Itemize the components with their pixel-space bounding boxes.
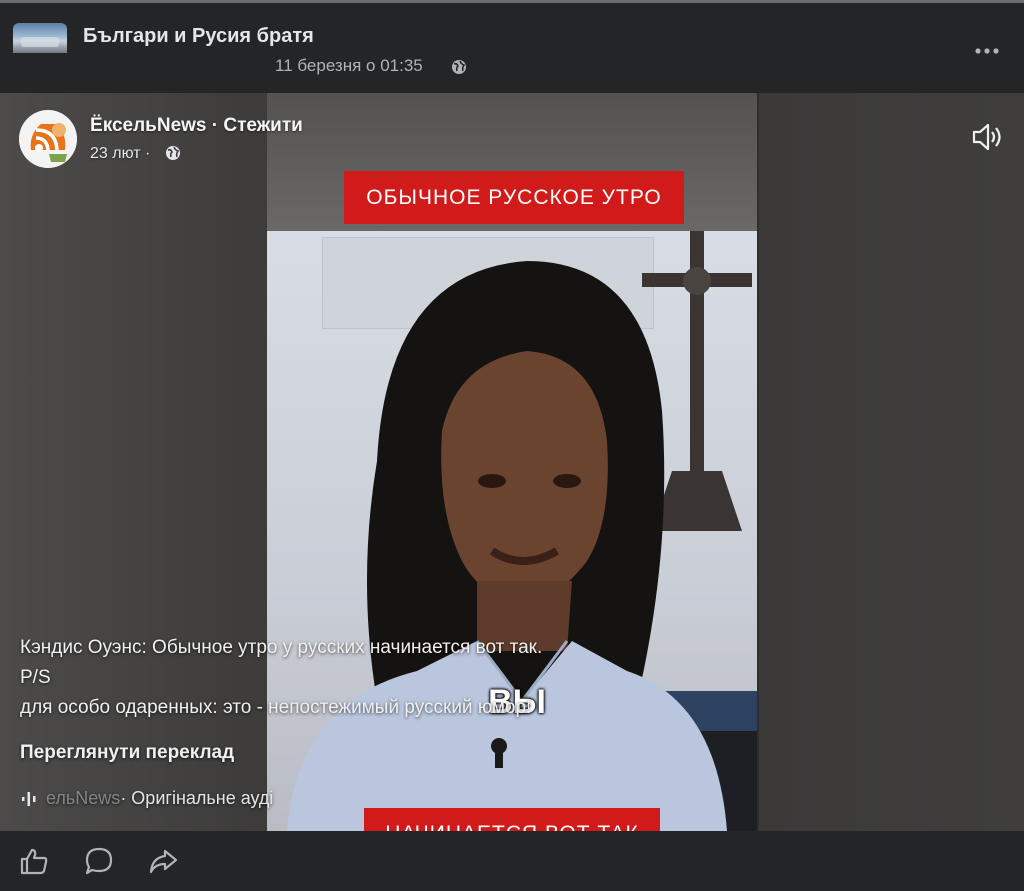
- post-description: Кэндис Оуэнс: Обычное утро у русских нач…: [20, 633, 542, 723]
- original-audio-link[interactable]: ельNews · Оригінальне ауді: [20, 788, 273, 809]
- comment-icon[interactable]: [84, 846, 114, 876]
- rss-logo-icon: [19, 110, 77, 168]
- video-caption-bottom: НАЧИНАЕТСЯ ВОТ ТАК: [364, 808, 660, 831]
- share-icon[interactable]: [148, 846, 178, 876]
- audio-label: · Оригінальне ауді: [120, 788, 274, 808]
- video-scene: ВЫ: [267, 231, 757, 831]
- more-horizontal-icon[interactable]: [973, 41, 1001, 61]
- group-header: Българи и Русия братя 11 березня о 01:35: [0, 3, 1024, 93]
- volume-icon[interactable]: [970, 121, 1004, 153]
- group-thumbnail[interactable]: [13, 23, 67, 53]
- page-name-follow[interactable]: ЁксельNews · Стежити: [90, 115, 303, 137]
- page-avatar[interactable]: [19, 110, 77, 168]
- post-date[interactable]: 11 березня о 01:35: [275, 56, 423, 76]
- globe-icon: [452, 60, 466, 74]
- description-line: для особо одаренных: это - непостежимый …: [20, 697, 532, 718]
- video-caption-top: ОБЫЧНОЕ РУССКОЕ УТРО: [344, 171, 684, 224]
- description-line: Кэндис Оуэнс: Обычное утро у русских нач…: [20, 637, 543, 658]
- reel-date[interactable]: 23 лют ·: [90, 145, 150, 163]
- globe-icon: [166, 146, 180, 160]
- stage-divider: [757, 93, 759, 831]
- group-name[interactable]: Българи и Русия братя: [83, 25, 314, 48]
- description-line: P/S: [20, 667, 51, 688]
- thumbs-up-icon[interactable]: [19, 846, 49, 876]
- reel-stage[interactable]: ОБЫЧНОЕ РУССКОЕ УТРО ВЫ ЁксельNews · Сте…: [0, 93, 1024, 831]
- audio-source-name: ельNews: [46, 788, 121, 808]
- audio-wave-icon: [22, 791, 36, 806]
- post-action-bar: [0, 831, 1024, 891]
- person-speaking-image: [287, 261, 727, 831]
- see-translation-link[interactable]: Переглянути переклад: [20, 742, 234, 764]
